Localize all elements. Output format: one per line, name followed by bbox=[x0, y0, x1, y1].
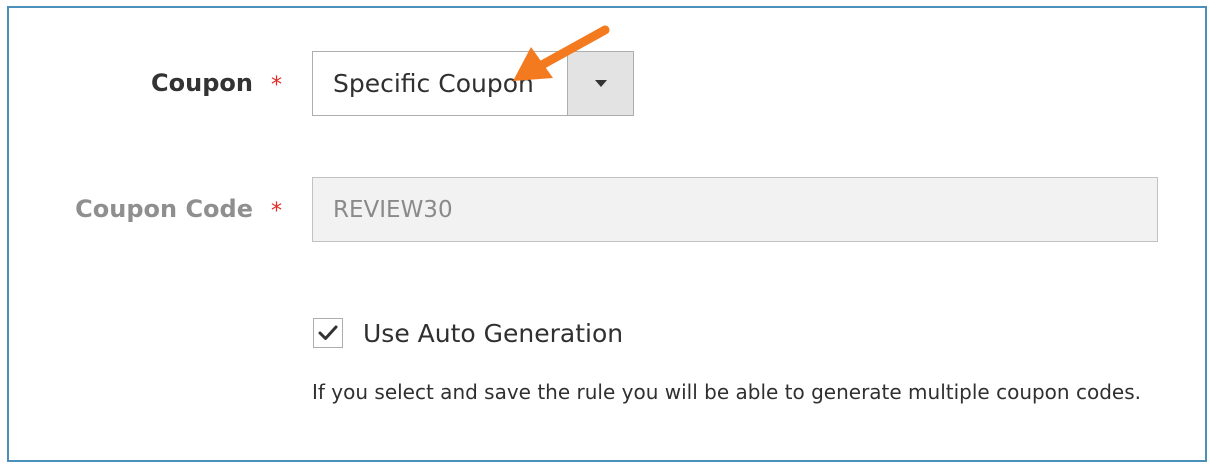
coupon-code-required-mark: * bbox=[271, 199, 282, 224]
coupon-code-input[interactable] bbox=[312, 177, 1158, 242]
dropdown-toggle[interactable] bbox=[567, 52, 633, 115]
auto-generation-note: If you select and save the rule you will… bbox=[312, 380, 1141, 404]
triangle-down-icon bbox=[594, 80, 607, 87]
coupon-required-mark: * bbox=[271, 73, 282, 98]
auto-generation-checkbox[interactable] bbox=[313, 318, 343, 348]
coupon-select-value: Specific Coupon bbox=[333, 69, 534, 98]
checkmark-icon bbox=[318, 325, 338, 340]
auto-generation-label: Use Auto Generation bbox=[363, 319, 624, 348]
coupon-select[interactable]: Specific Coupon bbox=[312, 51, 634, 116]
coupon-code-label: Coupon Code bbox=[75, 195, 253, 223]
coupon-label: Coupon bbox=[151, 69, 253, 97]
